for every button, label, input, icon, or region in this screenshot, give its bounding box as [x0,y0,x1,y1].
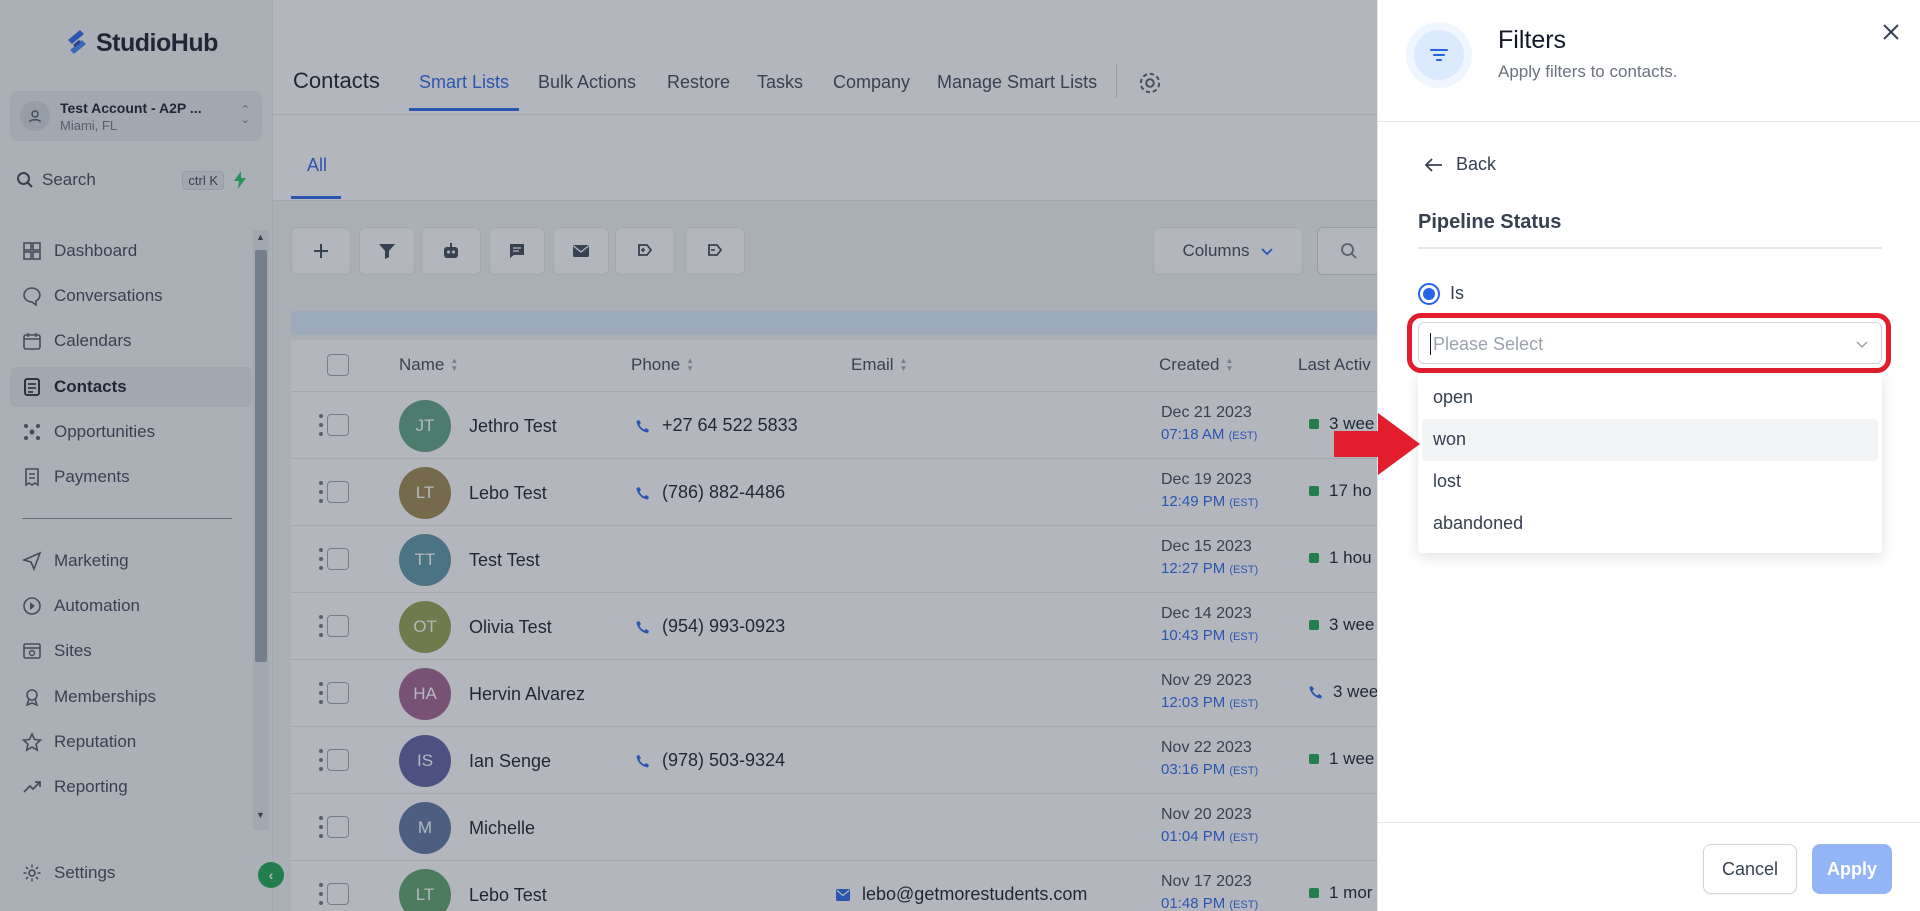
chevron-down-icon [1856,341,1868,349]
option-won[interactable]: won [1422,419,1878,461]
operator-is-label: Is [1450,283,1465,303]
status-options-dropdown: open won lost abandoned [1418,373,1882,553]
text-cursor [1430,333,1431,355]
filter-badge [1406,22,1472,88]
filters-header: Filters Apply filters to contacts. [1378,0,1920,122]
pipeline-status-select[interactable]: Please Select [1418,322,1882,364]
filter-lines-icon [1430,49,1448,61]
select-placeholder: Please Select [1433,334,1544,354]
back-label: Back [1456,154,1497,174]
filters-footer: Cancel Apply [1378,822,1920,911]
red-arrow-annotation [1334,413,1420,475]
field-divider [1418,247,1882,249]
apply-button[interactable]: Apply [1812,844,1892,894]
filters-subtitle: Apply filters to contacts. [1498,62,1678,81]
filters-panel: Filters Apply filters to contacts. Back … [1377,0,1920,911]
option-open[interactable]: open [1422,377,1878,419]
option-lost[interactable]: lost [1422,461,1878,503]
close-icon[interactable] [1879,20,1903,44]
filters-title: Filters [1498,26,1567,54]
back-button[interactable]: Back [1424,154,1496,175]
cancel-button[interactable]: Cancel [1703,844,1797,894]
option-abandoned[interactable]: abandoned [1422,503,1878,545]
modal-backdrop[interactable] [0,0,1377,911]
filter-field-title: Pipeline Status [1418,211,1562,233]
operator-is-radio[interactable] [1418,283,1440,305]
arrow-left-icon [1424,157,1442,172]
